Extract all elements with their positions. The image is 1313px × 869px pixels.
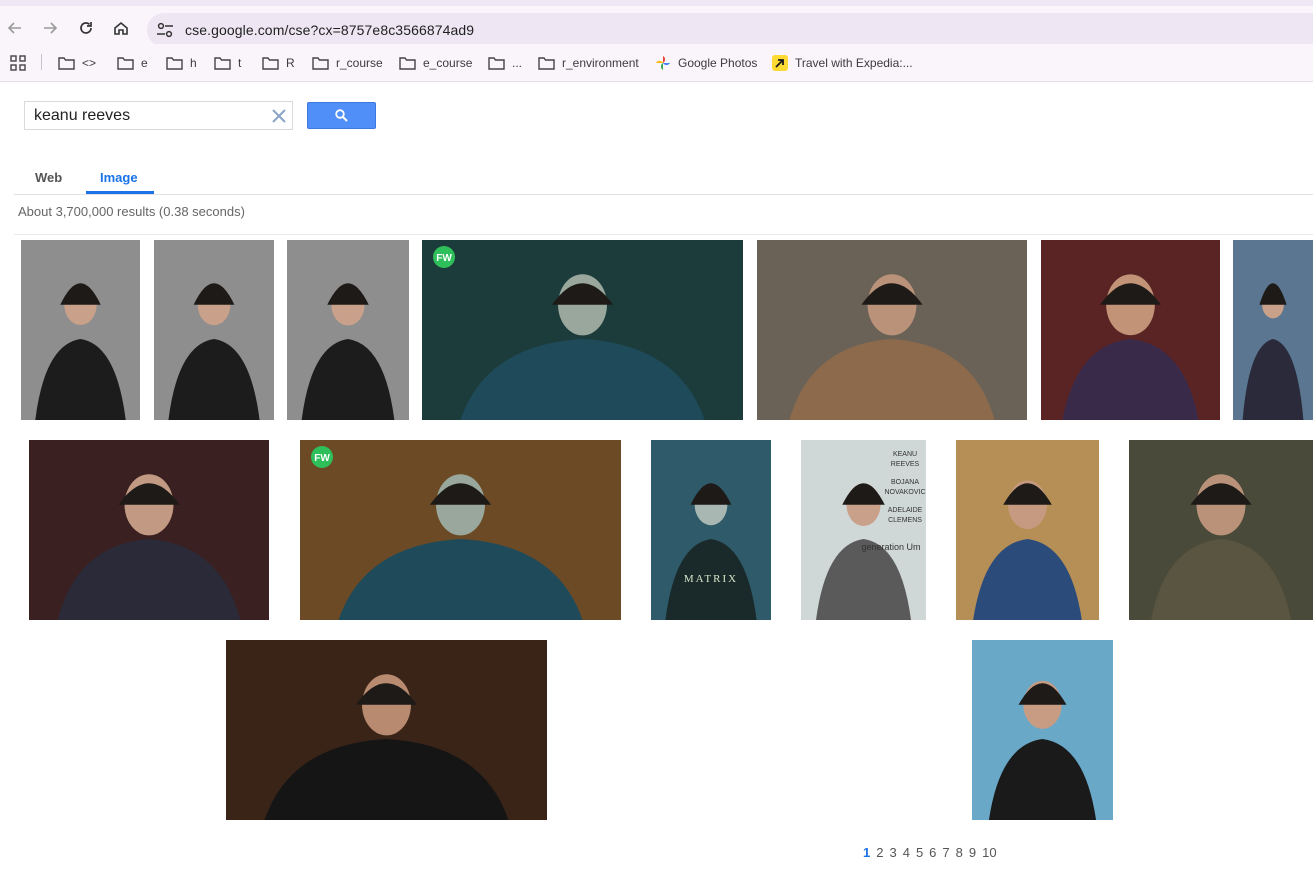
image-result-13[interactable] <box>1129 440 1313 620</box>
page-link-10[interactable]: 10 <box>982 845 996 861</box>
bookmarks-bar: <> e h t Rr_course e_course... r_environment Go… <box>0 44 1313 82</box>
folder-icon <box>214 57 231 70</box>
folder-icon <box>488 57 505 70</box>
bookmark-label: Travel with Expedia:... <box>795 56 913 70</box>
page-link-7[interactable]: 7 <box>942 845 949 861</box>
apps-grid-icon <box>10 55 26 71</box>
results-divider <box>14 234 1313 235</box>
bookmark-label: ... <box>512 56 523 70</box>
bookmark-9[interactable]: Google Photos <box>655 54 757 72</box>
poster-credit: BOJANA <box>891 479 919 486</box>
page-link-3[interactable]: 3 <box>889 845 896 861</box>
search-box <box>24 101 293 130</box>
poster-title: generation Um <box>861 542 920 552</box>
bookmarks-separator <box>41 54 42 70</box>
bookmark-10[interactable]: Travel with Expedia:... <box>772 54 913 72</box>
folder-icon <box>117 57 134 70</box>
image-result-6[interactable] <box>1041 240 1220 420</box>
poster-credit: NOVAKOVIC <box>884 489 925 496</box>
pagination: 1 2 3 4 5 6 7 8 9 10 <box>863 845 1003 861</box>
page-link-2[interactable]: 2 <box>876 845 883 861</box>
search-type-tabs: Web Image <box>14 160 1313 195</box>
bookmark-6[interactable]: e_course <box>399 54 472 72</box>
image-result-5[interactable] <box>757 240 1027 420</box>
expedia-icon <box>772 55 788 71</box>
matrix-title: MATRIX <box>684 573 738 585</box>
bookmark-label: <> <box>82 56 97 70</box>
page-link-5[interactable]: 5 <box>916 845 923 861</box>
page-link-1: 1 <box>863 845 871 860</box>
folder-icon <box>58 57 75 70</box>
bookmark-0[interactable]: <> <box>58 54 96 72</box>
reload-button[interactable] <box>73 15 99 41</box>
bookmark-3[interactable]: t <box>214 54 241 72</box>
folder-icon <box>399 57 416 70</box>
poster-credit: ADELAIDE <box>888 507 923 514</box>
poster-credit: KEANU <box>893 451 917 458</box>
bookmark-5[interactable]: r_course <box>312 54 383 72</box>
back-button[interactable] <box>2 15 28 41</box>
page: cse.google.com/cse?cx=8757e8c3566874ad9 … <box>0 0 1313 869</box>
bookmark-4[interactable]: R <box>262 54 295 72</box>
site-settings-icon[interactable] <box>156 22 174 38</box>
browser-toolbar: cse.google.com/cse?cx=8757e8c3566874ad9 <box>0 0 1313 47</box>
url-text: cse.google.com/cse?cx=8757e8c3566874ad9 <box>185 22 475 38</box>
home-icon <box>114 21 128 35</box>
clear-search-icon[interactable] <box>270 107 288 125</box>
poster-credit: CLEMENS <box>888 517 922 524</box>
bookmark-2[interactable]: h <box>166 54 197 72</box>
search-button[interactable] <box>307 102 376 129</box>
bookmark-label: t <box>238 56 242 70</box>
bookmark-label: e <box>141 56 148 70</box>
home-button[interactable] <box>108 15 134 41</box>
search-icon <box>335 109 348 122</box>
image-result-7[interactable] <box>1233 240 1313 420</box>
bookmark-label: e_course <box>423 56 473 70</box>
back-arrow-icon <box>7 22 21 34</box>
page-link-4[interactable]: 4 <box>903 845 910 861</box>
image-result-14[interactable] <box>226 640 547 820</box>
bookmark-label: r_course <box>336 56 383 70</box>
image-result-11[interactable]: KEANU REEVES BOJANA NOVAKOVIC ADELAIDE CLEMEN… <box>801 440 926 620</box>
bookmark-1[interactable]: e <box>117 54 148 72</box>
page-link-8[interactable]: 8 <box>956 845 963 861</box>
folder-icon <box>538 57 555 70</box>
image-result-3[interactable] <box>287 240 409 420</box>
poster-credit: REEVES <box>891 461 920 468</box>
reload-icon <box>80 22 92 34</box>
google-photos-icon <box>656 56 670 70</box>
folder-icon <box>262 57 279 70</box>
forward-arrow-icon <box>44 22 58 34</box>
image-result-10[interactable]: MATRIX <box>651 440 771 620</box>
forward-button[interactable] <box>37 15 63 41</box>
image-result-12[interactable] <box>956 440 1099 620</box>
active-tab-indicator <box>86 191 154 194</box>
bookmark-label: Google Photos <box>678 56 758 70</box>
apps-button[interactable] <box>10 54 33 72</box>
image-result-1[interactable] <box>21 240 140 420</box>
folder-icon <box>166 57 183 70</box>
image-result-2[interactable] <box>154 240 274 420</box>
search-input[interactable] <box>34 107 264 125</box>
image-result-15[interactable] <box>972 640 1113 820</box>
address-bar[interactable]: cse.google.com/cse?cx=8757e8c3566874ad9 <box>147 13 1313 47</box>
bookmark-label: h <box>190 56 197 70</box>
image-result-4[interactable]: FW <box>422 240 743 420</box>
image-result-9[interactable]: FW <box>300 440 621 620</box>
bookmark-label: R <box>286 56 295 70</box>
page-link-6[interactable]: 6 <box>929 845 936 861</box>
image-result-8[interactable] <box>29 440 269 620</box>
bookmark-label: r_environment <box>562 56 639 70</box>
results-count: About 3,700,000 results (0.38 seconds) <box>18 204 245 219</box>
bookmark-7[interactable]: ... <box>488 54 522 72</box>
bookmark-8[interactable]: r_environment <box>538 54 639 72</box>
folder-icon <box>312 57 329 70</box>
tab-web[interactable]: Web <box>35 170 62 185</box>
svg-text:FW: FW <box>314 453 330 464</box>
svg-text:FW: FW <box>436 253 452 264</box>
tab-image[interactable]: Image <box>100 170 138 185</box>
page-link-9[interactable]: 9 <box>969 845 976 861</box>
